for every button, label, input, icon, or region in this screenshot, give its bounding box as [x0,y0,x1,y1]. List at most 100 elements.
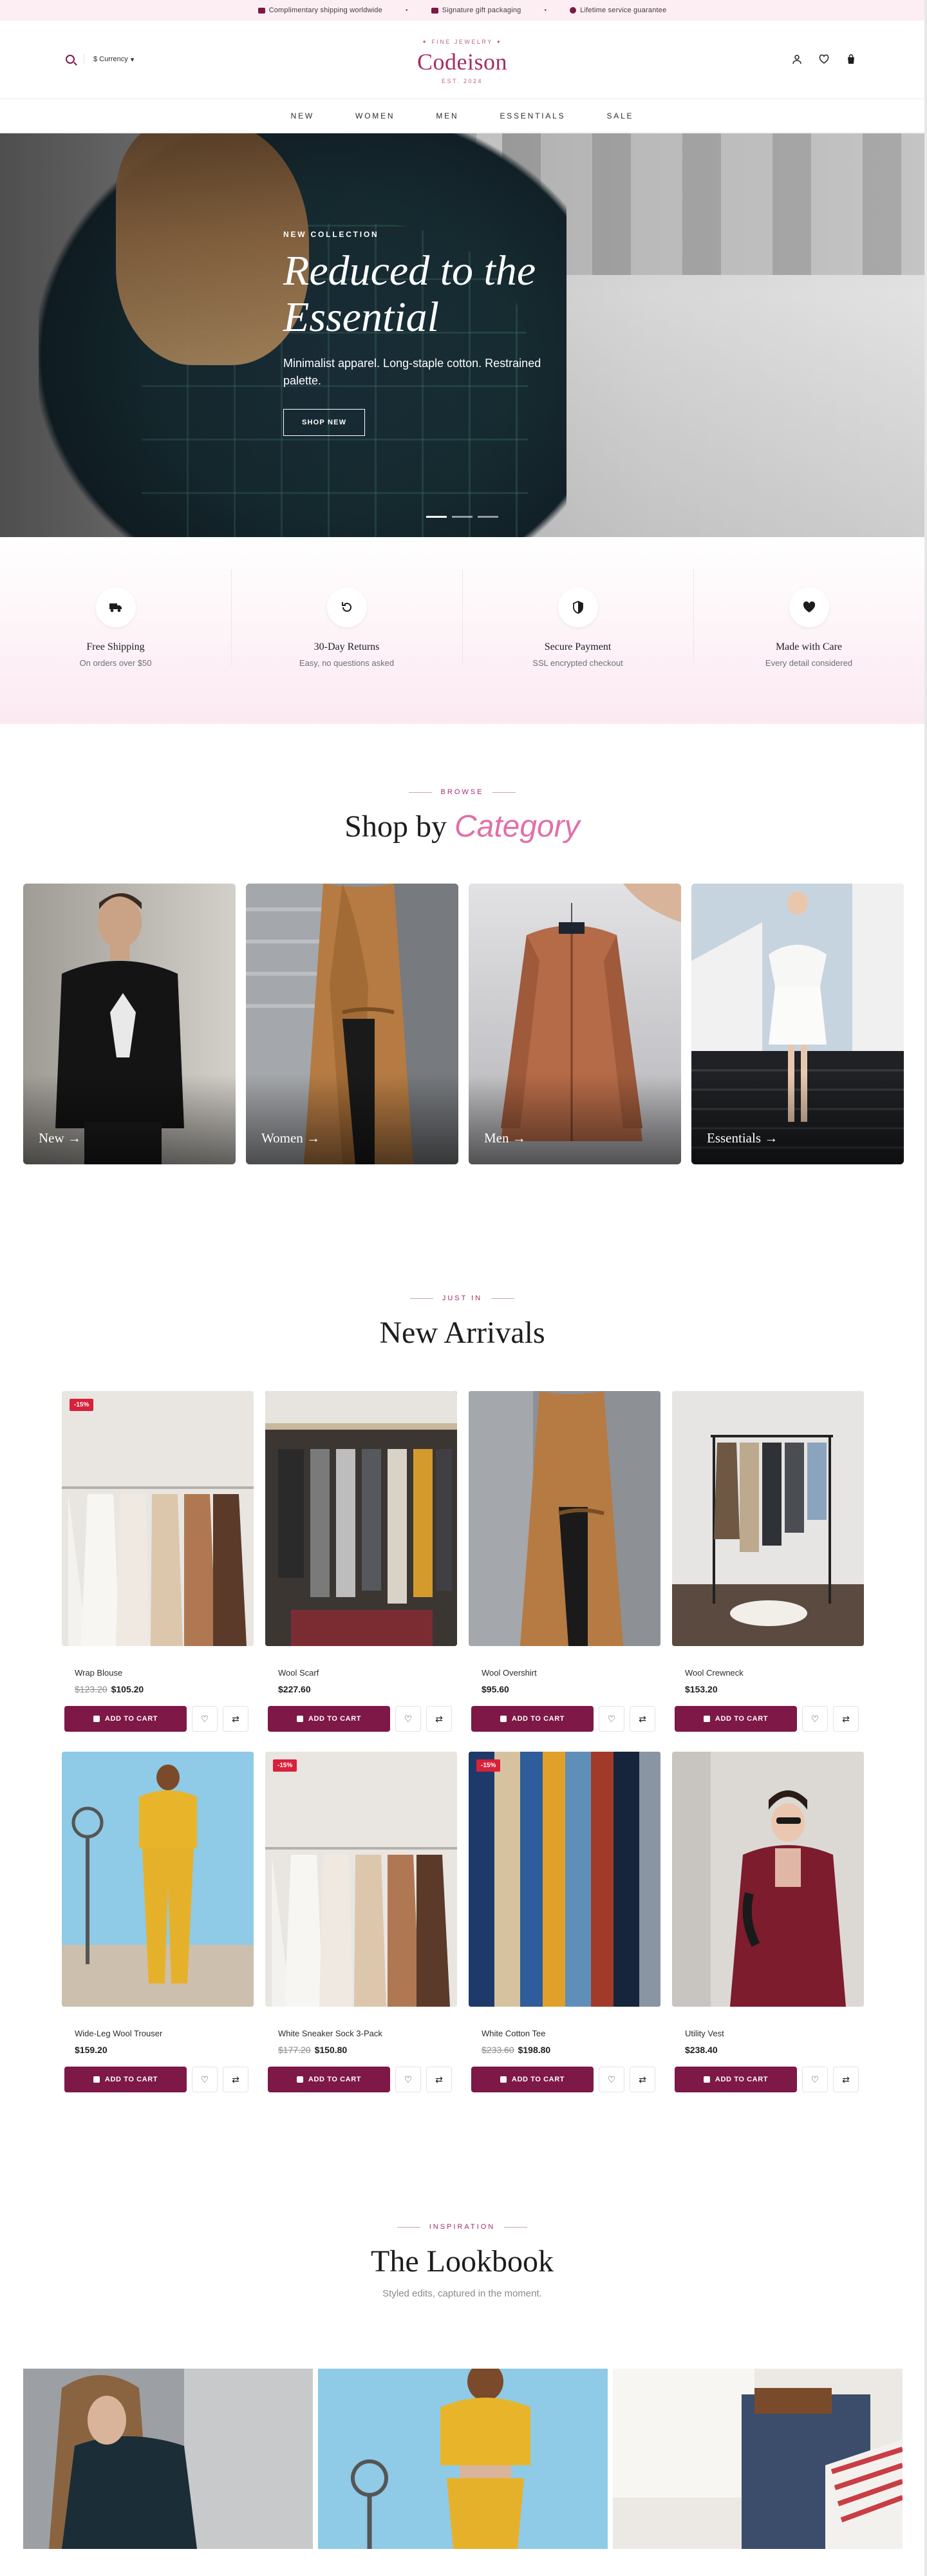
feature-shipping: Free Shipping On orders over $50 [0,537,231,724]
product-image[interactable] [672,1391,864,1646]
heart-icon [789,587,829,627]
announcement-item-shipping: Complimentary shipping worldwide [258,6,382,14]
section-title-plain: Shop by [344,810,447,844]
main-nav: NEW WOMEN MEN ESSENTIALS SALE [0,99,924,133]
product-image[interactable]: -15% [469,1752,660,2007]
wishlist-heart-icon[interactable]: ♡ [599,2067,624,2092]
category-card-men[interactable]: Men → [469,884,681,1164]
separator: • [405,6,408,14]
category-card-women[interactable]: Women → [246,884,458,1164]
product-name[interactable]: Wool Overshirt [482,1668,660,1678]
nav-item-women[interactable]: WOMEN [335,111,415,120]
brand-logo[interactable]: ✦ FINE JEWELRY ✦ Codeison EST. 2024 [0,39,924,84]
announcement-item-gift: Signature gift packaging [431,6,521,14]
compare-icon[interactable]: ⇄ [426,1706,452,1732]
nav-item-essentials[interactable]: ESSENTIALS [479,111,586,120]
product-name[interactable]: White Cotton Tee [482,2029,660,2038]
wishlist-heart-icon[interactable]: ♡ [802,1706,828,1732]
product-image[interactable] [62,1752,254,2007]
product-name[interactable]: White Sneaker Sock 3-Pack [278,2029,457,2038]
nav-item-sale[interactable]: SALE [586,111,654,120]
add-to-cart-button[interactable]: ADD TO CART [675,1706,797,1732]
wishlist-heart-icon[interactable]: ♡ [802,2067,828,2092]
section-eyebrow: JUST IN [0,1294,924,1302]
product-photo [469,1752,660,2007]
heart-icon[interactable] [819,54,829,67]
product-card[interactable]: Utility Vest $238.40 ADD TO CART ♡ ⇄ [672,1752,864,2092]
slider-dot[interactable] [478,516,498,518]
product-card[interactable]: Wide-Leg Wool Trouser $159.20 ADD TO CAR… [62,1752,254,2092]
nav-item-new[interactable]: NEW [270,111,335,120]
category-section-header: BROWSE Shop by Category [0,788,924,844]
feature-title: Made with Care [775,641,843,652]
add-to-cart-button[interactable]: ADD TO CART [675,2067,797,2092]
product-grid-row: Wide-Leg Wool Trouser $159.20 ADD TO CAR… [62,1752,864,2092]
product-name[interactable]: Wrap Blouse [75,1668,254,1678]
category-card-new[interactable]: New → [23,884,236,1164]
add-to-cart-button[interactable]: ADD TO CART [268,2067,390,2092]
bag-icon [500,1716,507,1722]
product-image[interactable]: -15% [265,1752,457,2007]
feature-subtitle: Easy, no questions asked [299,658,395,668]
category-overlay [246,1074,458,1164]
lookbook-image [318,2369,608,2549]
add-to-cart-button[interactable]: ADD TO CART [64,1706,187,1732]
add-to-cart-button[interactable]: ADD TO CART [471,1706,594,1732]
product-name[interactable]: Wide-Leg Wool Trouser [75,2029,254,2038]
product-card[interactable]: -15% Wrap Blouse $123.20 $105.20 ADD TO C… [62,1391,254,1732]
wishlist-heart-icon[interactable]: ♡ [395,1706,421,1732]
compare-icon[interactable]: ⇄ [630,1706,655,1732]
product-image[interactable] [672,1752,864,2007]
slider-dot[interactable] [426,516,447,518]
separator: • [544,6,547,14]
old-price: $123.20 [75,1684,108,1694]
slider-dot[interactable] [452,516,473,518]
feature-payment: Secure Payment SSL encrypted checkout [462,537,693,724]
category-card-essentials[interactable]: Essentials → [691,884,904,1164]
product-name[interactable]: Wool Crewneck [685,1668,864,1678]
lookbook-tile[interactable] [613,2369,903,2549]
product-card[interactable]: -15% White Cotton Tee $233.60 $198.80 ADD… [469,1752,660,2092]
brand-name: Codeison [417,49,507,75]
add-to-cart-button[interactable]: ADD TO CART [268,1706,390,1732]
add-to-cart-label: ADD TO CART [511,1715,565,1723]
product-card[interactable]: Wool Crewneck $153.20 ADD TO CART ♡ ⇄ [672,1391,864,1732]
product-name[interactable]: Utility Vest [685,2029,864,2038]
product-card[interactable]: Wool Scarf $227.60 ADD TO CART ♡ ⇄ [265,1391,457,1732]
product-card[interactable]: -15% White Sneaker Sock 3-Pack $177.20 $1… [265,1752,457,2092]
add-to-cart-button[interactable]: ADD TO CART [64,2067,187,2092]
product-price: $233.60 $198.80 [482,2045,660,2055]
shop-new-button[interactable]: SHOP NEW [283,409,366,436]
category-overlay [23,1074,236,1164]
product-image[interactable] [265,1391,457,1646]
product-name[interactable]: Wool Scarf [278,1668,457,1678]
lookbook-tile[interactable] [318,2369,608,2549]
current-price: $198.80 [518,2045,551,2055]
wishlist-heart-icon[interactable]: ♡ [395,2067,421,2092]
product-photo [265,1391,457,1646]
product-photo [62,1391,254,1646]
wishlist-heart-icon[interactable]: ♡ [192,1706,218,1732]
product-photo [469,1391,660,1646]
nav-item-men[interactable]: MEN [415,111,479,120]
category-grid: New → Women → Men → Essentials → [23,884,904,1164]
user-icon[interactable] [792,54,802,67]
product-card[interactable]: Wool Overshirt $95.60 ADD TO CART ♡ ⇄ [469,1391,660,1732]
discount-badge: -15% [273,1759,297,1772]
product-image[interactable]: -15% [62,1391,254,1646]
hero-description: Minimalist apparel. Long-staple cotton. … [283,357,541,387]
wishlist-heart-icon[interactable]: ♡ [192,2067,218,2092]
add-to-cart-button[interactable]: ADD TO CART [471,2067,594,2092]
lookbook-tile[interactable] [23,2369,313,2549]
scrollbar-track[interactable] [924,0,927,2576]
compare-icon[interactable]: ⇄ [833,1706,859,1732]
wishlist-heart-icon[interactable]: ♡ [599,1706,624,1732]
compare-icon[interactable]: ⇄ [426,2067,452,2092]
compare-icon[interactable]: ⇄ [630,2067,655,2092]
compare-icon[interactable]: ⇄ [223,2067,248,2092]
compare-icon[interactable]: ⇄ [833,2067,859,2092]
compare-icon[interactable]: ⇄ [223,1706,248,1732]
bag-icon[interactable] [846,54,856,67]
product-image[interactable] [469,1391,660,1646]
header-actions [792,54,856,67]
